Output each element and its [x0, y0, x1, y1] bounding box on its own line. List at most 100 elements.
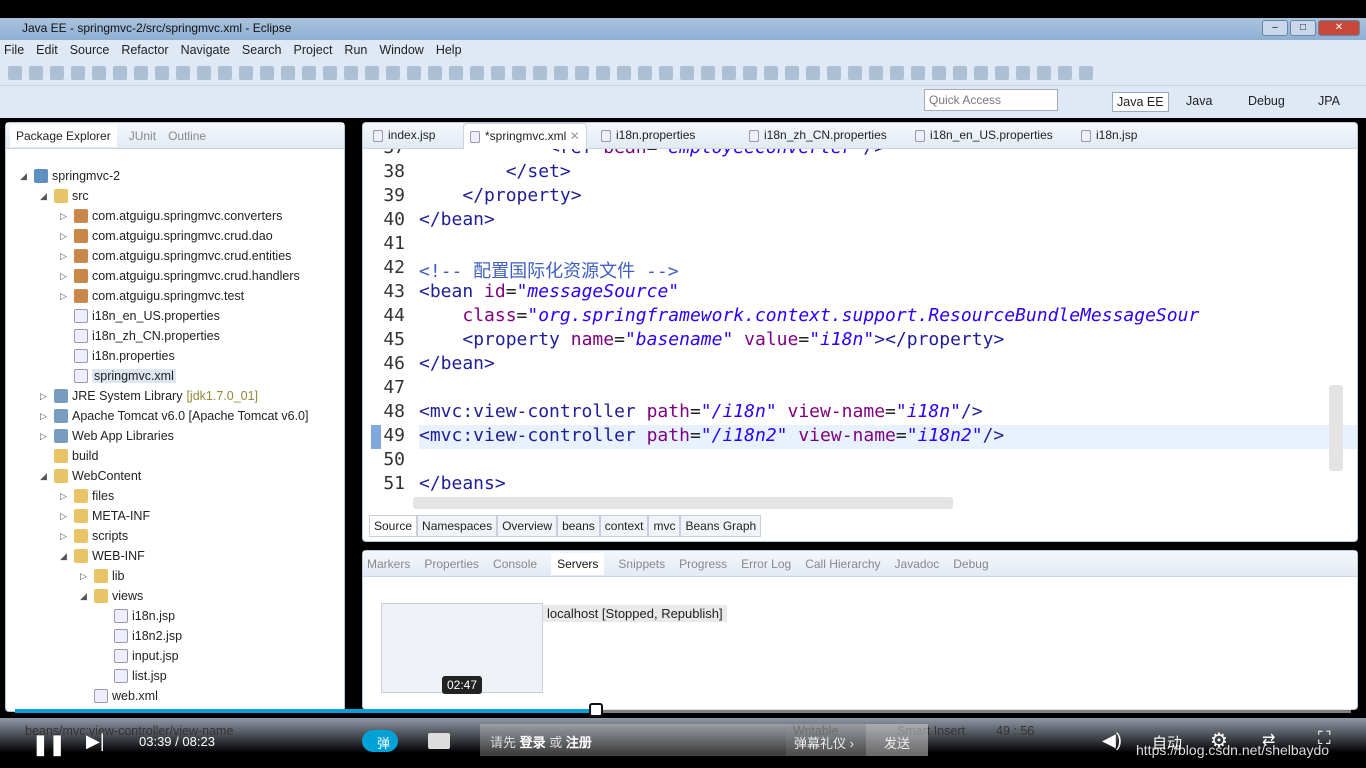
toolbar-tool-icon[interactable]: [659, 65, 673, 80]
toolbar-tool-icon[interactable]: [512, 65, 526, 80]
tree-item[interactable]: input.jsp: [100, 649, 179, 663]
collapsed-arrow-icon[interactable]: ▷: [60, 511, 70, 522]
tab-javadoc[interactable]: Javadoc: [895, 557, 940, 571]
expanded-arrow-icon[interactable]: ◢: [40, 191, 50, 202]
tree-item[interactable]: springmvc.xml: [60, 369, 176, 383]
toolbar-tool-icon[interactable]: [869, 65, 883, 80]
toolbar-tool-icon[interactable]: [323, 65, 337, 80]
toolbar-tool-icon[interactable]: [974, 65, 988, 80]
menu-source[interactable]: Source: [70, 43, 110, 57]
code-line[interactable]: <mvc:view-controller path="/i18n" view-n…: [419, 401, 983, 422]
toolbar-tool-icon[interactable]: [407, 65, 421, 80]
next-icon[interactable]: ▶|: [86, 731, 105, 752]
tab-call-hierarchy[interactable]: Call Hierarchy: [805, 557, 880, 571]
code-line[interactable]: </beans>: [419, 473, 506, 494]
horizontal-scrollbar[interactable]: [413, 497, 953, 509]
editor-page-tab[interactable]: beans: [557, 515, 600, 537]
editor-page-tab[interactable]: Beans Graph: [680, 515, 762, 537]
progress-bar[interactable]: [15, 709, 1351, 713]
tree-item[interactable]: ▷ META-INF: [60, 509, 150, 523]
tree-item[interactable]: list.jsp: [100, 669, 167, 683]
toolbar-tool-icon[interactable]: [365, 65, 379, 80]
tree-item[interactable]: ▷ com.atguigu.springmvc.crud.entities: [60, 249, 291, 263]
toolbar-tool-icon[interactable]: [596, 65, 610, 80]
tab-error-log[interactable]: Error Log: [741, 557, 791, 571]
tab-console[interactable]: Console: [493, 557, 537, 571]
toolbar-tool-icon[interactable]: [260, 65, 274, 80]
xml-editor[interactable]: index.jsp *springmvc.xml ✕ i18n.properties…: [362, 122, 1358, 542]
tree-item[interactable]: ▷ scripts: [60, 529, 128, 543]
collapsed-arrow-icon[interactable]: ▷: [60, 291, 70, 302]
tree-item[interactable]: ▷ lib: [80, 569, 125, 583]
toolbar-tool-icon[interactable]: [302, 65, 316, 80]
menu-search[interactable]: Search: [242, 43, 282, 57]
tree-item[interactable]: ▷ com.atguigu.springmvc.test: [60, 289, 244, 303]
toolbar-tool-icon[interactable]: [449, 65, 463, 80]
toolbar-tool-icon[interactable]: [134, 65, 148, 80]
editor-tab[interactable]: i18n_en_US.properties: [909, 123, 1059, 149]
menu-run[interactable]: Run: [344, 43, 367, 57]
menu-refactor[interactable]: Refactor: [121, 43, 168, 57]
toolbar-tool-icon[interactable]: [491, 65, 505, 80]
toolbar-tool-icon[interactable]: [617, 65, 631, 80]
perspective-java[interactable]: Java: [1182, 92, 1216, 110]
editor-tab[interactable]: index.jsp: [367, 123, 441, 149]
expanded-arrow-icon[interactable]: ◢: [60, 551, 70, 562]
toolbar-tool-icon[interactable]: [575, 65, 589, 80]
tree-item[interactable]: i18n.properties: [60, 349, 175, 363]
toolbar-tool-icon[interactable]: [701, 65, 715, 80]
toolbar-tool-icon[interactable]: [953, 65, 967, 80]
tab-junit[interactable]: JUnit: [129, 129, 156, 143]
toolbar-tool-icon[interactable]: [218, 65, 232, 80]
toolbar-tool-icon[interactable]: [281, 65, 295, 80]
tab-servers[interactable]: Servers: [551, 552, 605, 575]
editor-page-tab[interactable]: Namespaces: [417, 515, 498, 537]
expanded-arrow-icon[interactable]: ◢: [80, 591, 90, 602]
collapsed-arrow-icon[interactable]: ▷: [40, 411, 50, 422]
tree-item[interactable]: i18n_zh_CN.properties: [60, 329, 220, 343]
toolbar-tool-icon[interactable]: [743, 65, 757, 80]
collapsed-arrow-icon[interactable]: ▷: [60, 211, 70, 222]
tree-item[interactable]: i18n_en_US.properties: [60, 309, 220, 323]
code-line[interactable]: class="org.springframework.context.suppo…: [419, 305, 1199, 326]
pause-icon[interactable]: ❚❚: [32, 732, 66, 757]
toolbar-tool-icon[interactable]: [344, 65, 358, 80]
toolbar-tool-icon[interactable]: [554, 65, 568, 80]
code-line[interactable]: </set>: [419, 161, 571, 182]
editor-tab[interactable]: *springmvc.xml ✕: [463, 123, 587, 149]
toolbar-tool-icon[interactable]: [176, 65, 190, 80]
toolbar-tool-icon[interactable]: [1016, 65, 1030, 80]
menu-file[interactable]: File: [4, 43, 24, 57]
code-line[interactable]: <property name="basename" value="i18n"><…: [419, 329, 1004, 350]
menu-help[interactable]: Help: [436, 43, 462, 57]
tree-item[interactable]: ◢ WEB-INF: [60, 549, 145, 563]
editor-page-tab[interactable]: context: [599, 515, 649, 537]
code-line[interactable]: </property>: [419, 185, 581, 206]
tree-item[interactable]: i18n2.jsp: [100, 629, 182, 643]
toolbar-tool-icon[interactable]: [911, 65, 925, 80]
toolbar-tool-icon[interactable]: [638, 65, 652, 80]
editor-tab[interactable]: i18n.properties: [595, 123, 701, 149]
close-button[interactable]: ✕: [1318, 20, 1360, 36]
perspective-java-ee[interactable]: Java EE: [1112, 92, 1169, 112]
toolbar-tool-icon[interactable]: [428, 65, 442, 80]
tab-properties[interactable]: Properties: [424, 557, 479, 571]
tree-item[interactable]: ▷ com.atguigu.springmvc.converters: [60, 209, 282, 223]
tree-item[interactable]: ▷ Web App Libraries: [40, 429, 174, 443]
tab-progress[interactable]: Progress: [679, 557, 727, 571]
vertical-scrollbar[interactable]: [1329, 385, 1343, 471]
toolbar-tool-icon[interactable]: [1037, 65, 1051, 80]
editor-page-tab[interactable]: Overview: [497, 515, 558, 537]
collapsed-arrow-icon[interactable]: ▷: [60, 251, 70, 262]
tab-outline[interactable]: Outline: [168, 129, 206, 143]
editor-tab[interactable]: i18n_zh_CN.properties: [743, 123, 893, 149]
tree-item[interactable]: ◢ springmvc-2: [20, 169, 120, 183]
code-line[interactable]: <mvc:view-controller path="/i18n2" view-…: [419, 425, 1004, 446]
toolbar-tool-icon[interactable]: [1058, 65, 1072, 80]
toolbar-tool-icon[interactable]: [71, 65, 85, 80]
editor-page-tab[interactable]: Source: [369, 515, 418, 537]
code-line[interactable]: <ref bean="employeeConverter"/>: [419, 149, 885, 158]
progress-handle-icon[interactable]: [589, 703, 604, 717]
toolbar-tool-icon[interactable]: [533, 65, 547, 80]
toolbar-tool-icon[interactable]: [806, 65, 820, 80]
